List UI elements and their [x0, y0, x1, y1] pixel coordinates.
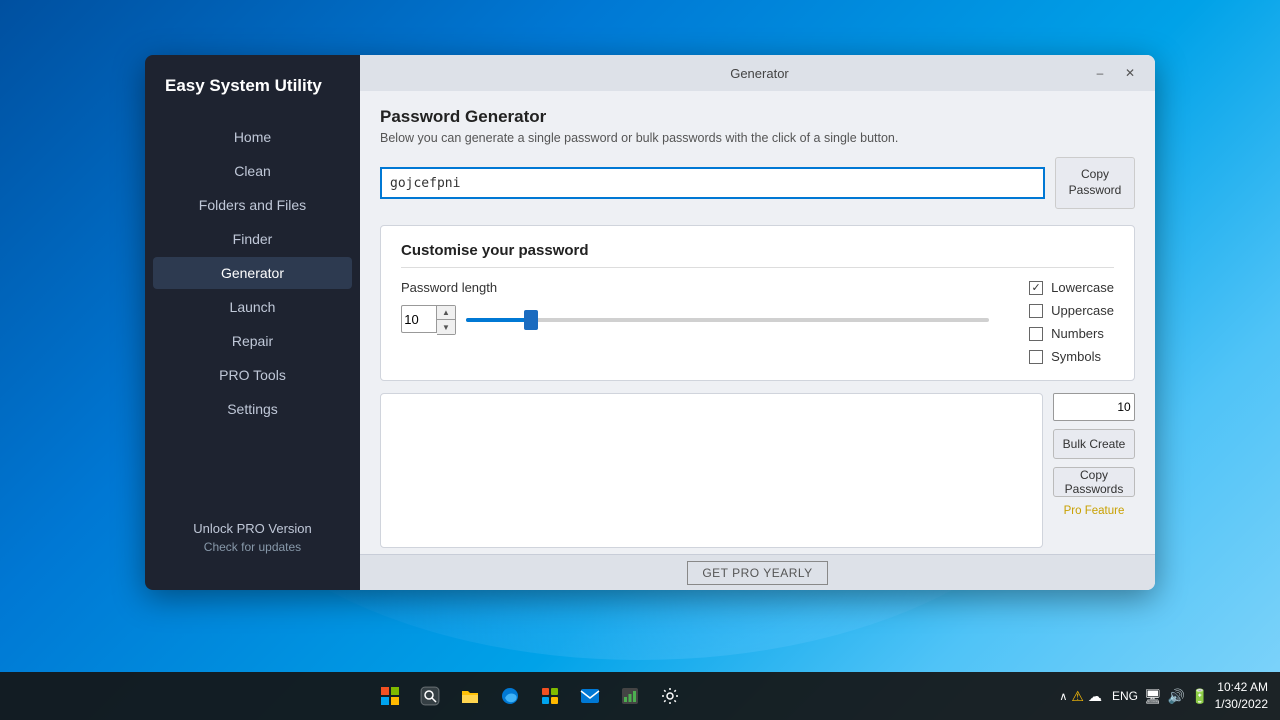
checkbox-uppercase-label: Uppercase — [1051, 303, 1114, 318]
sidebar-item-settings[interactable]: Settings — [153, 393, 352, 425]
window-title: Generator — [432, 66, 1087, 81]
bulk-section: ▲ ▼ Bulk Create CopyPasswords Pro Featur… — [380, 393, 1135, 548]
password-length-section: Password length ▲ ▼ — [401, 280, 989, 364]
monitor-icon: 🖥 — [1144, 688, 1162, 705]
taskbar-date-text: 1/30/2022 — [1215, 696, 1268, 713]
title-bar: Generator – ✕ — [360, 55, 1155, 91]
section-header: Password Generator Below you can generat… — [380, 107, 1135, 145]
bulk-count-input[interactable] — [1054, 394, 1135, 420]
sidebar-item-finder[interactable]: Finder — [153, 223, 352, 255]
start-button[interactable] — [372, 678, 408, 714]
length-spinner: ▲ ▼ — [401, 305, 456, 335]
copy-passwords-button[interactable]: CopyPasswords — [1053, 467, 1135, 497]
password-length-label: Password length — [401, 280, 989, 295]
checkbox-numbers-label: Numbers — [1051, 326, 1104, 341]
taskbar: ∧ ⚠ ☁ ENG 🖥 🔊 🔋 10:42 AM 1/30/2022 — [0, 672, 1280, 720]
language-indicator[interactable]: ENG — [1112, 689, 1138, 703]
slider-thumb[interactable] — [524, 310, 538, 330]
checkbox-uppercase[interactable]: Uppercase — [1029, 303, 1114, 318]
sidebar: Easy System Utility Home Clean Folders a… — [145, 55, 360, 590]
taskbar-time-text: 10:42 AM — [1215, 679, 1268, 696]
checkbox-numbers[interactable]: Numbers — [1029, 326, 1114, 341]
sidebar-item-pro-tools[interactable]: PRO Tools — [153, 359, 352, 391]
bulk-create-button[interactable]: Bulk Create — [1053, 429, 1135, 459]
content-area: Password Generator Below you can generat… — [360, 91, 1155, 554]
tray-chevron[interactable]: ∧ — [1059, 690, 1067, 703]
password-input[interactable] — [380, 167, 1045, 199]
checkbox-lowercase-box[interactable]: ✓ — [1029, 281, 1043, 295]
check-updates-link[interactable]: Check for updates — [165, 540, 340, 554]
close-button[interactable]: ✕ — [1117, 63, 1143, 83]
taskbar-edge-button[interactable] — [492, 678, 528, 714]
length-input[interactable] — [401, 305, 437, 333]
sidebar-bottom: Unlock PRO Version Check for updates — [145, 505, 360, 570]
system-tray-icons: ∧ ⚠ ☁ — [1059, 688, 1102, 705]
checkbox-symbols-box[interactable] — [1029, 350, 1043, 364]
taskbar-search-button[interactable] — [412, 678, 448, 714]
taskbar-mail-button[interactable] — [572, 678, 608, 714]
checkbox-uppercase-box[interactable] — [1029, 304, 1043, 318]
taskbar-store-button[interactable] — [532, 678, 568, 714]
copy-password-button[interactable]: CopyPassword — [1055, 157, 1135, 209]
volume-icon[interactable]: 🔊 — [1168, 688, 1185, 705]
sidebar-item-repair[interactable]: Repair — [153, 325, 352, 357]
section-title: Password Generator — [380, 107, 1135, 127]
taskbar-datetime[interactable]: 10:42 AM 1/30/2022 — [1215, 679, 1268, 713]
taskbar-right: ∧ ⚠ ☁ ENG 🖥 🔊 🔋 10:42 AM 1/30/2022 — [1059, 679, 1280, 713]
main-content: Generator – ✕ Password Generator Below y… — [360, 55, 1155, 590]
bulk-count-spinner: ▲ ▼ — [1053, 393, 1135, 421]
taskbar-settings-button[interactable] — [652, 678, 688, 714]
sidebar-item-generator[interactable]: Generator — [153, 257, 352, 289]
checkmark-lowercase: ✓ — [1032, 281, 1041, 294]
sidebar-item-clean[interactable]: Clean — [153, 155, 352, 187]
get-pro-yearly-button[interactable]: GET PRO YEARLY — [687, 561, 827, 585]
password-row: CopyPassword — [380, 157, 1135, 209]
checkbox-lowercase-label: Lowercase — [1051, 280, 1114, 295]
bulk-textarea[interactable] — [380, 393, 1043, 548]
bottom-bar: GET PRO YEARLY — [360, 554, 1155, 590]
checkboxes-section: ✓ Lowercase Uppercase Numbers — [1029, 280, 1114, 364]
checkbox-symbols-label: Symbols — [1051, 349, 1101, 364]
length-slider-container — [466, 306, 989, 334]
pro-feature-label: Pro Feature — [1053, 505, 1135, 517]
slider-fill — [466, 318, 529, 322]
sidebar-item-home[interactable]: Home — [153, 121, 352, 153]
section-subtitle: Below you can generate a single password… — [380, 131, 1135, 145]
desktop: Easy System Utility Home Clean Folders a… — [0, 0, 1280, 720]
tray-warning-icon: ⚠ — [1071, 688, 1084, 705]
sidebar-item-launch[interactable]: Launch — [153, 291, 352, 323]
checkbox-symbols[interactable]: Symbols — [1029, 349, 1114, 364]
battery-icon: 🔋 — [1191, 688, 1208, 705]
app-title: Easy System Utility — [145, 75, 360, 121]
minimize-button[interactable]: – — [1087, 63, 1113, 83]
tray-cloud-icon: ☁ — [1088, 688, 1102, 705]
customise-title: Customise your password — [401, 242, 1114, 268]
app-window: Easy System Utility Home Clean Folders a… — [145, 55, 1155, 590]
checkbox-numbers-box[interactable] — [1029, 327, 1043, 341]
checkbox-lowercase[interactable]: ✓ Lowercase — [1029, 280, 1114, 295]
spinner-buttons: ▲ ▼ — [437, 305, 456, 335]
taskbar-left — [0, 678, 1059, 714]
spinner-down-button[interactable]: ▼ — [437, 320, 455, 334]
customise-section: Customise your password Password length … — [380, 225, 1135, 381]
length-row: ▲ ▼ — [401, 305, 989, 335]
taskbar-taskmanager-button[interactable] — [612, 678, 648, 714]
window-controls: – ✕ — [1087, 63, 1143, 83]
taskbar-fileexplorer-button[interactable] — [452, 678, 488, 714]
spinner-up-button[interactable]: ▲ — [437, 306, 455, 320]
unlock-pro-link[interactable]: Unlock PRO Version — [165, 521, 340, 536]
customise-body: Password length ▲ ▼ — [401, 280, 1114, 364]
sidebar-nav: Home Clean Folders and Files Finder Gene… — [145, 121, 360, 505]
bulk-controls: ▲ ▼ Bulk Create CopyPasswords Pro Featur… — [1053, 393, 1135, 548]
sidebar-item-folders[interactable]: Folders and Files — [153, 189, 352, 221]
slider-track — [466, 318, 989, 322]
